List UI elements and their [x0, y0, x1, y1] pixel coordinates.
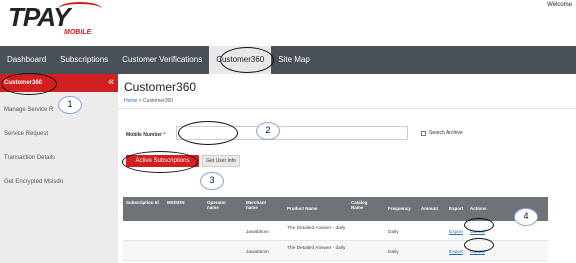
cell-product: The Detailed Answer - daily — [287, 246, 346, 251]
annotation-oval-mobile-input — [178, 121, 238, 145]
search-archive-label: Search Archive — [429, 130, 463, 136]
get-user-info-button[interactable]: Get User Info — [202, 155, 240, 167]
th-export: Export — [449, 206, 464, 211]
annotation-oval-customer360-tab — [220, 47, 274, 73]
logo-subtitle: MOBILE — [64, 29, 92, 36]
title-divider — [118, 108, 576, 109]
cell-frequency: Daily — [388, 230, 399, 235]
export-link[interactable]: Export — [449, 230, 463, 235]
annotation-oval-cancel — [464, 218, 494, 232]
cell-product: The Detailed Answer - daily — [287, 226, 346, 231]
breadcrumb-home[interactable]: Home — [124, 98, 137, 104]
annotation-oval-customer360-menu — [1, 73, 57, 95]
th-catalog-name: Catalog Name — [351, 200, 368, 210]
annotation-oval-active-subscriptions — [122, 151, 198, 173]
sidebar-item-transaction-details[interactable]: Transaction Details — [0, 146, 118, 170]
th-amount: Amount — [421, 206, 438, 211]
sidebar-item-get-encrypted-msisdn[interactable]: Get Encrypted Msisdn — [0, 170, 118, 194]
mobile-number-label: Mobile Number * — [126, 132, 165, 138]
th-merchant-name: Merchant name — [246, 200, 267, 210]
search-archive-checkbox[interactable] — [421, 130, 426, 136]
required-mark: * — [163, 132, 166, 138]
nav-customer-verifications[interactable]: Customer Verifications — [115, 46, 209, 74]
th-frequency: Frequency — [388, 206, 411, 211]
cell-frequency: Daily — [388, 250, 399, 255]
table-header: Subscription Id MSISDN Operator name Mer… — [123, 197, 548, 221]
th-operator-name: Operator name — [207, 200, 227, 210]
nav-subscriptions[interactable]: Subscriptions — [53, 46, 115, 74]
logo-swoosh-icon — [58, 2, 102, 16]
cell-merchant: Jawabkom — [246, 250, 269, 255]
annotation-cloud-1: 1 — [58, 96, 82, 114]
breadcrumb-current: Customer360 — [143, 98, 174, 104]
annotation-cloud-3: 3 — [200, 172, 224, 190]
welcome-text: Welcome — [547, 2, 572, 8]
breadcrumb: Home > Customer360 — [124, 98, 173, 104]
top-header: TPAY MOBILE Welcome — [0, 0, 576, 44]
th-actions: Actions — [470, 206, 487, 211]
mobile-number-label-text: Mobile Number — [126, 132, 163, 138]
collapse-sidebar-icon[interactable]: « — [104, 74, 118, 92]
main-nav: Dashboard Subscriptions Customer Verific… — [0, 46, 576, 74]
th-product-name: Product Name — [287, 206, 318, 211]
tpay-logo[interactable]: TPAY MOBILE — [8, 2, 102, 36]
cell-merchant: Jawabkom — [246, 230, 269, 235]
page-title: Customer360 — [124, 80, 197, 94]
annotation-cloud-2: 2 — [256, 122, 280, 140]
nav-site-map[interactable]: Site Map — [271, 46, 317, 74]
th-subscription-id: Subscription Id — [126, 200, 159, 205]
sidebar-item-service-request[interactable]: Service Request — [0, 122, 118, 146]
export-link[interactable]: Export — [449, 250, 463, 255]
search-archive-option[interactable]: Search Archive — [421, 130, 463, 136]
th-msisdn: MSISDN — [167, 200, 185, 205]
annotation-cloud-4: 4 — [514, 208, 538, 226]
annotation-oval-cancel-2 — [464, 238, 494, 252]
nav-dashboard[interactable]: Dashboard — [0, 46, 53, 74]
